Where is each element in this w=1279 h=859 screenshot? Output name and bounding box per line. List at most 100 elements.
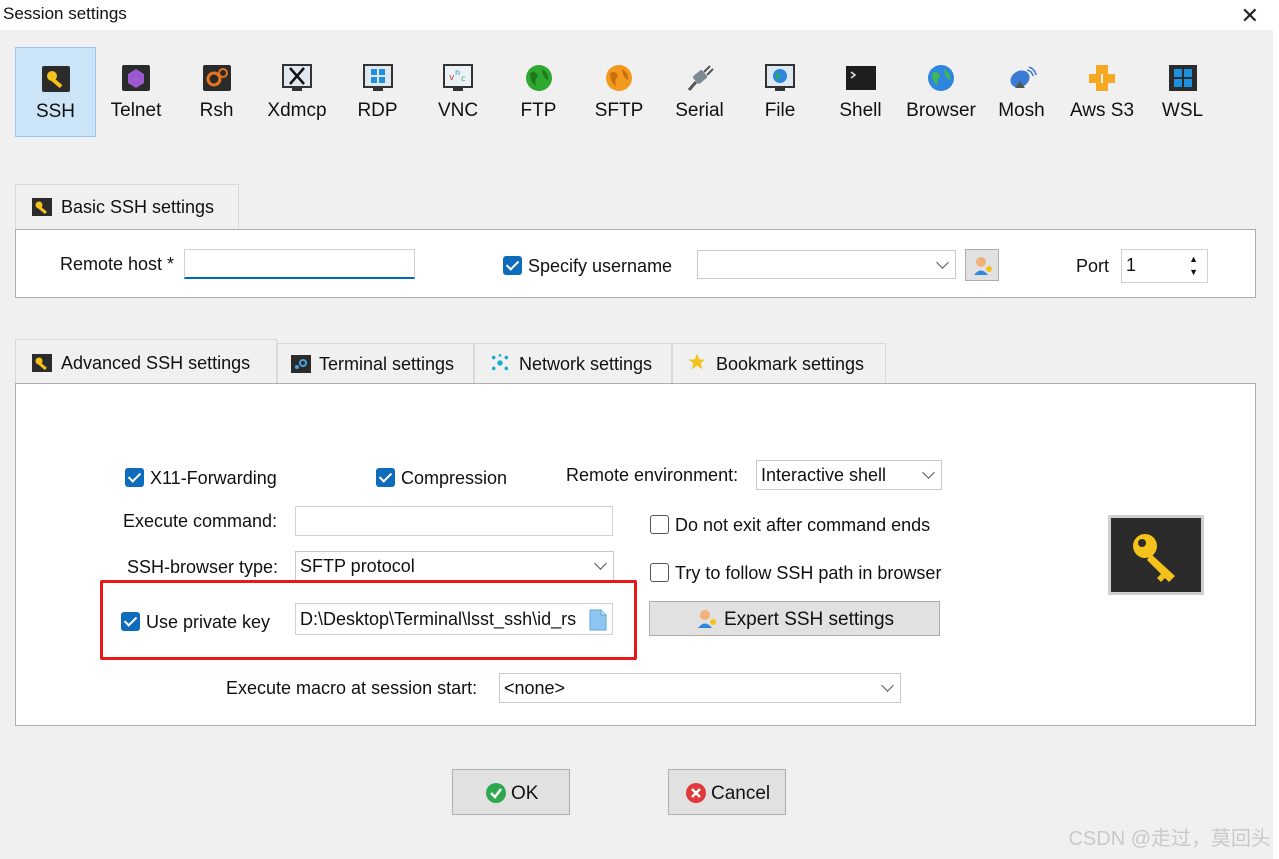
session-type-label: Mosh [998,100,1045,121]
session-type-label: Shell [839,100,882,121]
wsl-windows-icon [1168,65,1197,91]
user-key-icon [698,610,716,628]
chevron-down-icon [936,255,949,269]
session-type-ssh[interactable]: SSH [15,47,96,137]
session-type-vnc[interactable]: v n c VNC [418,47,498,137]
remote-environment-select[interactable]: Interactive shell [756,460,942,490]
ssh-browser-type-select[interactable]: SFTP protocol [295,551,614,581]
aws-s3-icon [1089,65,1115,91]
cancel-button[interactable]: Cancel [668,769,786,815]
x11-forwarding-label: X11-Forwarding [150,468,277,488]
session-type-file[interactable]: File [740,47,820,137]
expert-ssh-settings-label: Expert SSH settings [724,609,895,630]
do-not-exit-checkbox[interactable] [650,515,669,534]
title-bar: Session settings ✕ [0,0,1279,30]
execute-macro-value: <none> [504,678,566,698]
session-type-serial[interactable]: Serial [659,47,740,137]
compression-checkbox[interactable] [376,468,395,487]
sftp-globe-icon [606,65,632,91]
compression-label: Compression [401,468,508,488]
port-label: Port [1076,256,1110,276]
expert-ssh-settings-button[interactable]: Expert SSH settings [649,601,940,636]
terminal-settings-icon [291,355,311,373]
session-type-label: Aws S3 [1069,100,1135,121]
session-type-browser[interactable]: Browser [901,47,981,137]
session-type-label: RDP [357,100,398,121]
window-title: Session settings [3,4,127,23]
session-type-label: Xdmcp [267,100,327,121]
execute-command-label: Execute command: [123,511,278,531]
chevron-down-icon [922,466,935,479]
session-type-label: VNC [437,100,479,121]
execute-macro-select[interactable]: <none> [499,673,901,703]
x11-forwarding-checkbox[interactable] [125,468,144,487]
session-type-sftp[interactable]: SFTP [579,47,659,137]
session-type-xdmcp[interactable]: Xdmcp [257,47,337,137]
session-type-label: SSH [35,101,76,122]
wrench-icon [32,198,52,216]
session-type-label: Serial [675,100,724,121]
session-type-rdp[interactable]: RDP [337,47,418,137]
tab-advanced-ssh-settings[interactable]: Advanced SSH settings [15,339,277,385]
tab-label: Terminal settings [319,354,455,374]
tab-label: Basic SSH settings [61,197,215,217]
ssh-key-large-icon [1108,515,1204,595]
file-monitor-icon [765,64,795,91]
spin-down-icon[interactable]: ▼ [1189,267,1198,277]
follow-ssh-path-label: Try to follow SSH path in browser [675,563,942,583]
tab-basic-ssh-settings[interactable]: Basic SSH settings [15,184,239,230]
session-type-rsh[interactable]: Rsh [176,47,257,137]
ssh-key-icon [41,66,70,92]
session-type-mosh[interactable]: Mosh [981,47,1062,137]
session-type-telnet[interactable]: Telnet [96,47,176,137]
tab-network-settings[interactable]: Network settings [474,343,672,384]
telnet-icon [122,65,150,91]
watermark: CSDN @走过，莫回头 [1068,828,1271,850]
user-key-icon [974,257,992,275]
username-combo[interactable] [697,250,956,279]
spin-up-icon[interactable]: ▲ [1189,254,1198,264]
ssh-browser-type-value: SFTP protocol [300,556,415,576]
specify-username-checkbox[interactable] [503,256,522,275]
port-value: 1 [1126,255,1137,275]
ok-button[interactable]: OK [452,769,570,815]
do-not-exit-label: Do not exit after command ends [675,515,931,535]
svg-text:c: c [461,74,465,83]
ftp-globe-icon [525,65,552,91]
cancel-circle-icon [686,783,706,803]
serial-plug-icon [687,65,714,91]
ok-label: OK [511,783,539,804]
session-type-aws-s3[interactable]: Aws S3 [1062,47,1142,137]
vnc-icon: v n c [443,64,473,91]
window-edge [1273,30,1279,859]
session-type-label: File [764,100,796,121]
session-type-label: FTP [520,100,557,121]
tab-label: Advanced SSH settings [61,353,251,373]
execute-macro-label: Execute macro at session start: [226,678,478,698]
remote-host-label: Remote host * [60,254,175,274]
session-type-ftp[interactable]: FTP [498,47,579,137]
remote-environment-value: Interactive shell [761,465,887,485]
chevron-down-icon [881,679,894,692]
svg-text:n: n [455,68,460,77]
session-type-label: SFTP [594,100,644,121]
execute-command-input[interactable] [295,506,613,536]
user-manager-button[interactable] [965,249,999,281]
session-type-label: WSL [1161,100,1204,121]
rdp-icon [362,64,393,91]
port-input[interactable]: 1 ▲ ▼ [1121,249,1208,283]
remote-host-input[interactable] [184,249,415,279]
tab-terminal-settings[interactable]: Terminal settings [277,343,474,384]
tab-label: Network settings [519,354,653,374]
session-type-shell[interactable]: Shell [820,47,901,137]
tab-bookmark-settings[interactable]: Bookmark settings [672,343,886,384]
star-icon [688,353,706,370]
session-type-wsl[interactable]: WSL [1142,47,1223,137]
network-icon [491,354,509,371]
ssh-browser-type-label: SSH-browser type: [127,557,279,577]
shell-terminal-icon [845,66,876,90]
follow-ssh-path-checkbox[interactable] [650,563,669,582]
key-icon [1133,534,1175,582]
close-icon[interactable]: ✕ [1241,3,1259,29]
rsh-icon [202,65,231,91]
